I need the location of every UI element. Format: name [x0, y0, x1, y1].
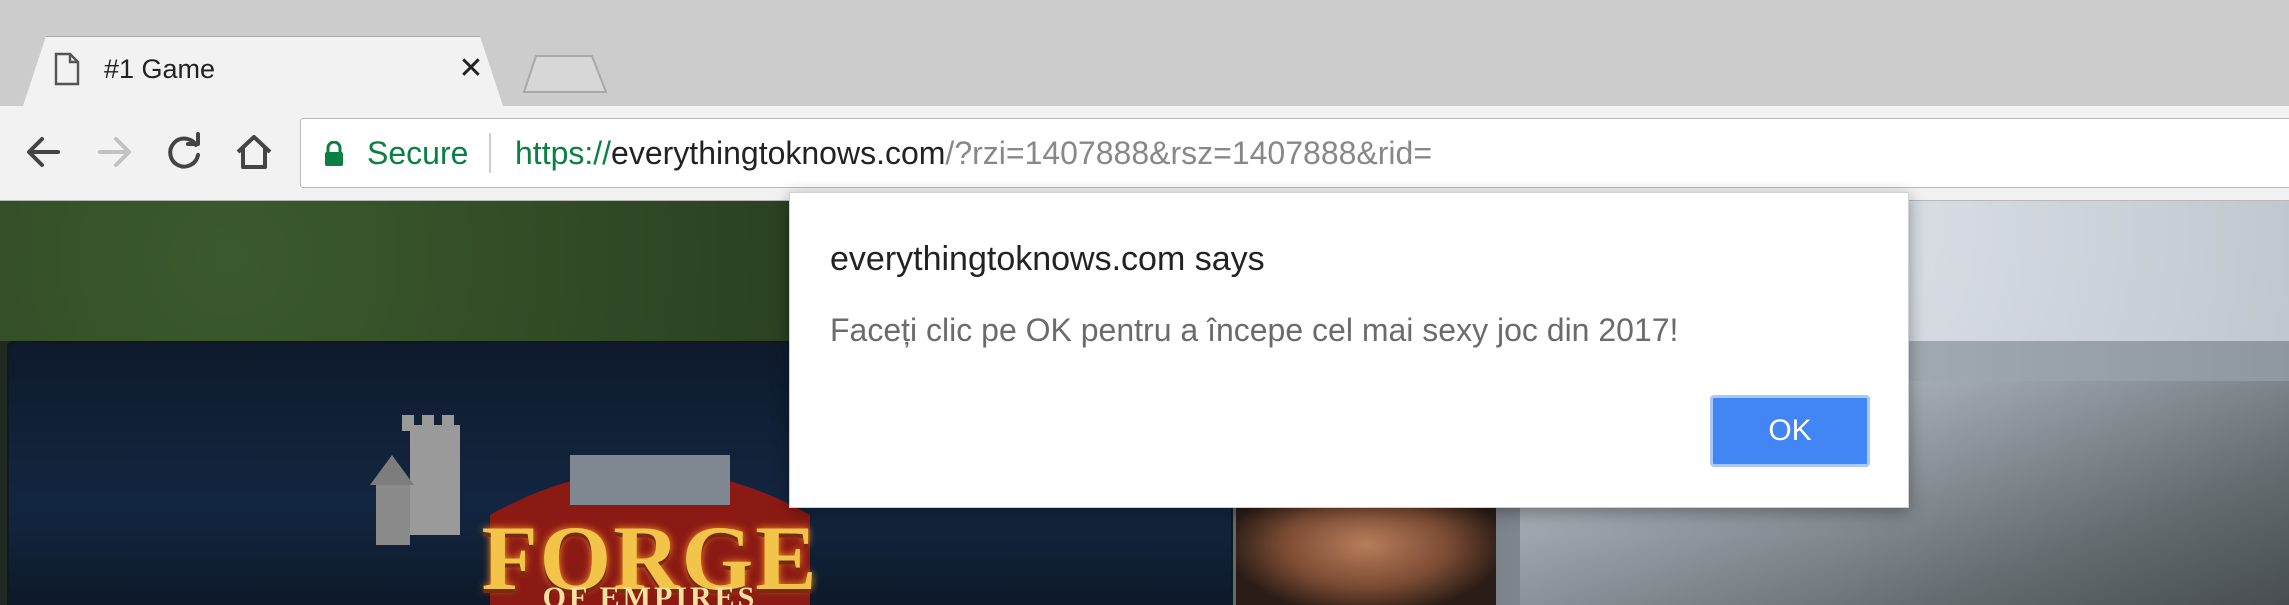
alert-dialog: everythingtoknows.com says Faceți clic p… [789, 192, 1909, 508]
browser-tab[interactable] [22, 36, 504, 109]
new-tab-button[interactable] [522, 54, 608, 94]
tab-title: #1 Game [104, 54, 216, 84]
tab-strip: #1 Game ✕ [0, 0, 2289, 109]
tab-close-icon[interactable]: ✕ [456, 52, 486, 86]
browser-toolbar: Secure https://everythingtoknows.com/?rz… [0, 106, 2289, 201]
url-scheme: https:// [515, 135, 612, 171]
secure-label[interactable]: Secure [367, 133, 468, 173]
home-icon[interactable] [230, 128, 278, 176]
back-arrow-icon[interactable] [20, 128, 68, 176]
ok-button[interactable]: OK [1710, 395, 1870, 467]
dialog-title: everythingtoknows.com says [830, 240, 1265, 278]
address-bar[interactable]: Secure https://everythingtoknows.com/?rz… [300, 118, 2289, 188]
url-path: /?rzi=1407888&rsz=1407888&rid= [945, 135, 1432, 171]
url-text[interactable]: https://everythingtoknows.com/?rzi=14078… [515, 133, 1432, 173]
logo-subtitle: OF EMPIRES [542, 581, 758, 605]
forward-arrow-icon[interactable] [90, 128, 138, 176]
game-character-image [1236, 501, 1496, 605]
lock-icon[interactable] [323, 141, 345, 167]
url-host: everythingtoknows.com [611, 135, 946, 171]
omnibox-separator [489, 133, 491, 173]
page-icon [54, 52, 80, 86]
reload-icon[interactable] [160, 128, 208, 176]
dialog-message: Faceți clic pe OK pentru a începe cel ma… [830, 312, 1679, 348]
